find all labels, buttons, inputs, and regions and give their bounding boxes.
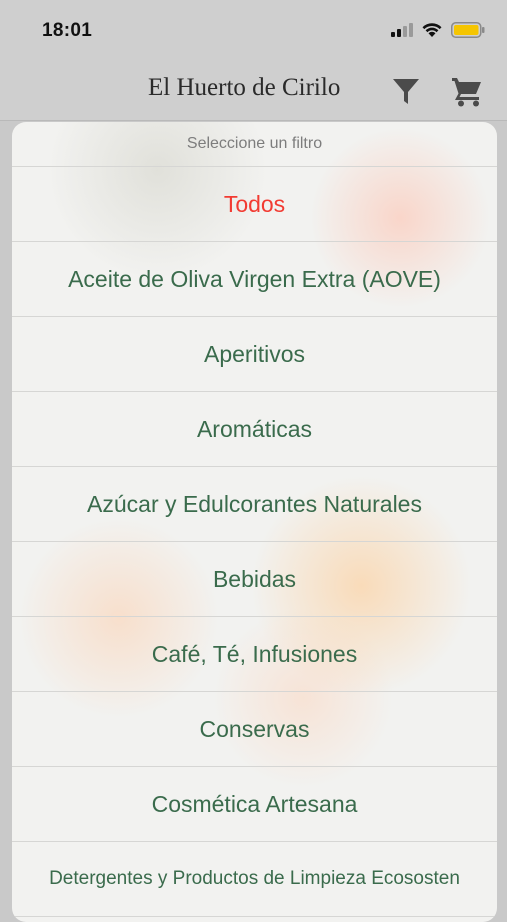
- page-title: El Huerto de Cirilo: [148, 74, 341, 101]
- battery-icon: [451, 22, 485, 43]
- filter-option-aromaticas[interactable]: Aromáticas: [12, 392, 497, 467]
- filter-option-todos[interactable]: Todos: [12, 167, 497, 242]
- cart-icon: [452, 78, 481, 107]
- cart-button[interactable]: [448, 72, 486, 110]
- filter-option-bebidas[interactable]: Bebidas: [12, 542, 497, 617]
- filter-option-cosmetica[interactable]: Cosmética Artesana: [12, 767, 497, 842]
- filter-sheet: Seleccione un filtro Todos Aceite de Oli…: [12, 122, 497, 922]
- filter-option-cafe[interactable]: Café, Té, Infusiones: [12, 617, 497, 692]
- status-time: 18:01: [42, 20, 93, 41]
- filter-button[interactable]: [387, 72, 425, 110]
- status-icons: [391, 22, 485, 43]
- filter-option-aove[interactable]: Aceite de Oliva Virgen Extra (AOVE): [12, 242, 497, 317]
- filter-option-conservas[interactable]: Conservas: [12, 692, 497, 767]
- signal-icon: [391, 23, 413, 42]
- navigation-bar: El Huerto de Cirilo: [0, 62, 507, 121]
- filter-option-detergentes[interactable]: Detergentes y Productos de Limpieza Ecos…: [12, 842, 497, 917]
- sheet-header: Seleccione un filtro: [12, 122, 497, 167]
- wifi-icon: [421, 22, 443, 43]
- filter-icon: [393, 79, 419, 104]
- status-bar: 18:01: [0, 0, 507, 62]
- filter-option-azucar[interactable]: Azúcar y Edulcorantes Naturales: [12, 467, 497, 542]
- filter-option-aperitivos[interactable]: Aperitivos: [12, 317, 497, 392]
